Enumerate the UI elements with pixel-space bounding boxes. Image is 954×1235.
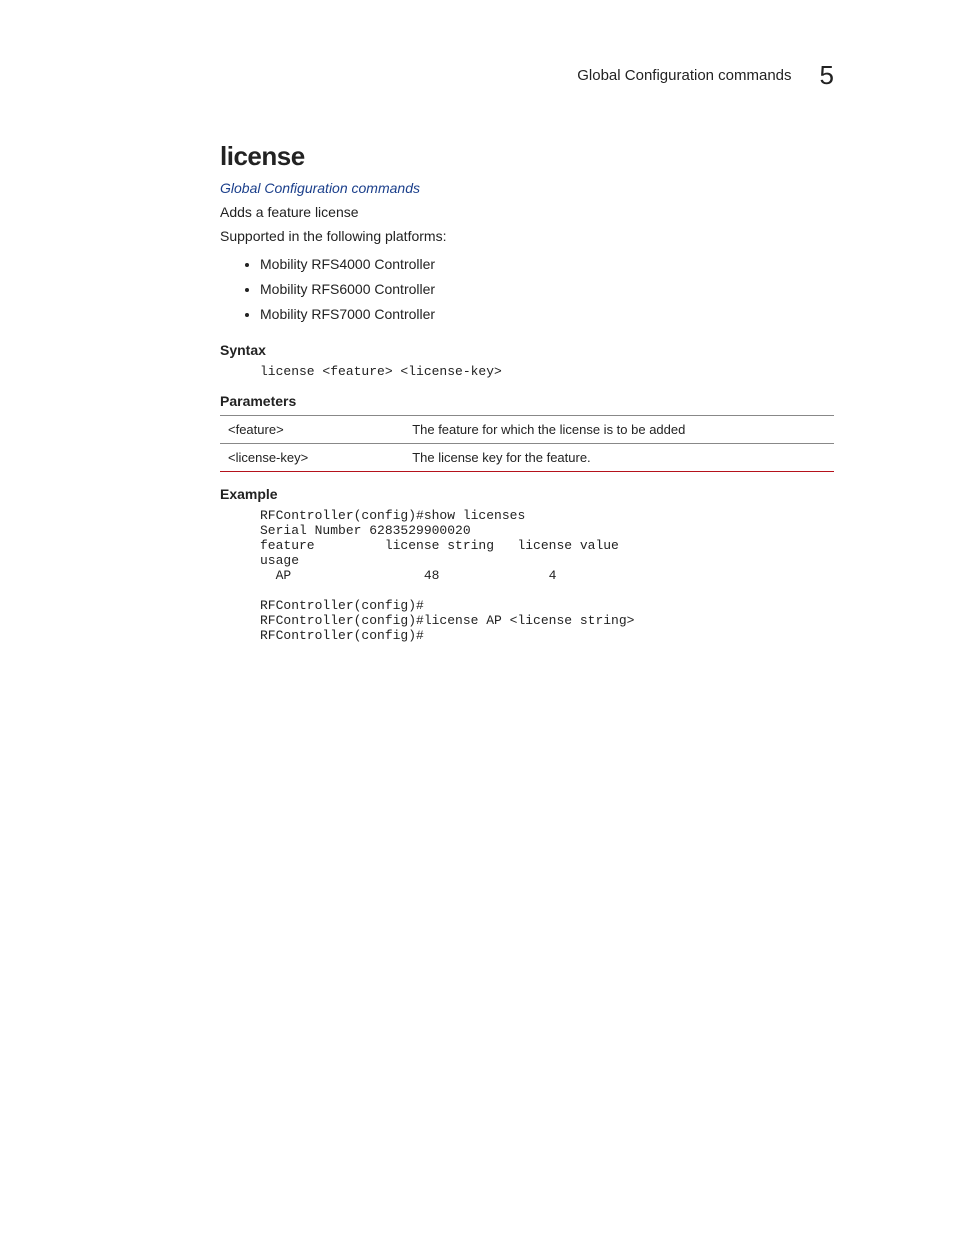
param-name: <license-key> (220, 443, 404, 471)
parameters-table: <feature> The feature for which the lice… (220, 415, 834, 472)
platform-item: Mobility RFS6000 Controller (260, 277, 834, 302)
param-desc: The license key for the feature. (404, 443, 834, 471)
header-section-title: Global Configuration commands (577, 67, 791, 84)
supported-text: Supported in the following platforms: (220, 228, 834, 244)
description-text: Adds a feature license (220, 204, 834, 220)
platform-item: Mobility RFS7000 Controller (260, 302, 834, 327)
platform-item: Mobility RFS4000 Controller (260, 252, 834, 277)
header-chapter-number: 5 (820, 60, 834, 91)
param-name: <feature> (220, 415, 404, 443)
page-header: Global Configuration commands 5 (220, 60, 834, 91)
command-title: license (220, 141, 834, 172)
syntax-code: license <feature> <license-key> (260, 364, 834, 379)
platforms-list: Mobility RFS4000 Controller Mobility RFS… (220, 252, 834, 328)
table-row: <license-key> The license key for the fe… (220, 443, 834, 471)
param-desc: The feature for which the license is to … (404, 415, 834, 443)
section-link[interactable]: Global Configuration commands (220, 180, 834, 196)
example-code: RFController(config)#show licenses Seria… (260, 508, 834, 643)
syntax-heading: Syntax (220, 342, 834, 358)
table-row: <feature> The feature for which the lice… (220, 415, 834, 443)
page-content: Global Configuration commands 5 license … (0, 0, 954, 713)
parameters-heading: Parameters (220, 393, 834, 409)
example-heading: Example (220, 486, 834, 502)
